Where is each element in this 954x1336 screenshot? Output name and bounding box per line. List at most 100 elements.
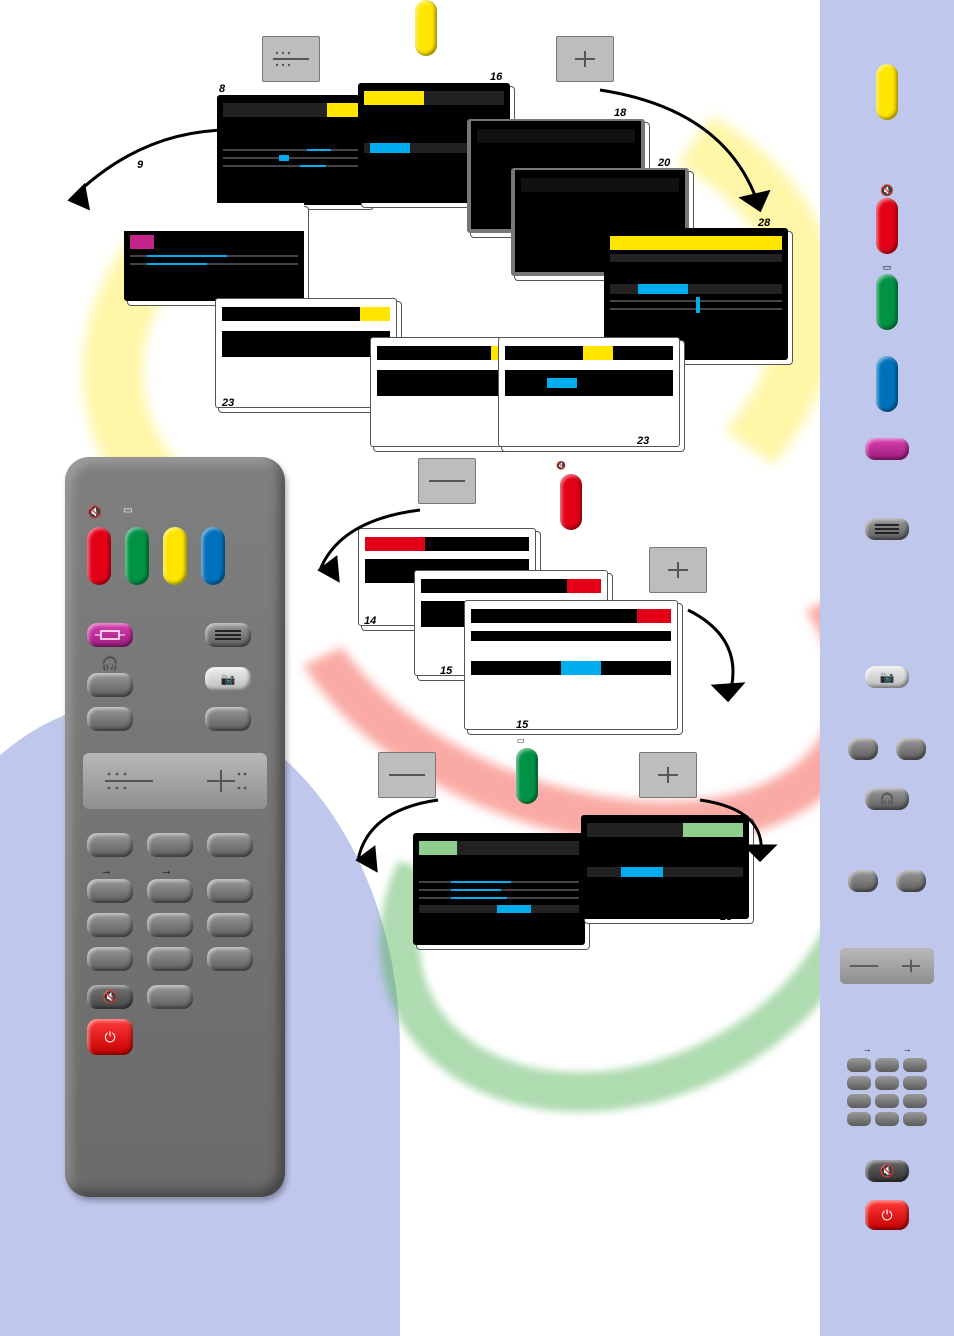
keypad-button[interactable] <box>87 833 133 857</box>
strip-power-button[interactable]: ⏻ <box>865 1200 909 1230</box>
keypad-button[interactable] <box>207 833 253 857</box>
screen-icon: ▭ <box>883 262 892 273</box>
screen-icon-label: ▭ <box>517 736 525 745</box>
keypad-button[interactable] <box>87 879 133 903</box>
page-ref-13: 13 <box>720 912 732 923</box>
yellow-color-button[interactable] <box>163 527 187 585</box>
red-key-marker <box>560 474 582 530</box>
strip-yellow-button[interactable] <box>876 64 898 120</box>
flow-arrow <box>590 80 790 230</box>
strip-camera-button[interactable]: 📷 <box>865 666 909 688</box>
strip-keypad-button[interactable] <box>847 1094 871 1108</box>
strip-keypad-button[interactable] <box>903 1112 927 1126</box>
flow-arrow <box>300 500 430 590</box>
strip-grey-pair-2 <box>848 870 926 892</box>
strip-grey-button[interactable] <box>848 738 878 760</box>
screen-icon: ▭ <box>123 505 132 516</box>
strip-blue-button[interactable] <box>876 356 898 412</box>
arrow-icon: → <box>101 865 112 877</box>
mute-icon: 🔇 <box>87 505 102 519</box>
flow-arrow <box>690 790 790 870</box>
hint-minus-yellow <box>262 36 320 82</box>
strip-red-button[interactable] <box>876 198 898 254</box>
blue-color-button[interactable] <box>201 527 225 585</box>
yellow-key-marker <box>415 0 437 56</box>
mute-button[interactable]: 🔇 <box>87 985 133 1009</box>
camera-button[interactable]: 📷 <box>205 667 251 691</box>
strip-keypad-button[interactable] <box>875 1094 899 1108</box>
keypad-button[interactable] <box>147 947 193 971</box>
strip-teletext-button[interactable] <box>865 518 909 540</box>
grey-button-l1[interactable] <box>87 673 133 697</box>
strip-keypad-button[interactable] <box>903 1058 927 1072</box>
mute-icon: 🔇 <box>87 985 133 1009</box>
page-ref-23a: 23 <box>222 398 234 409</box>
red-color-button[interactable] <box>87 527 111 585</box>
arrow-icon: → <box>903 1044 912 1054</box>
strip-keypad-button[interactable] <box>847 1058 871 1072</box>
keypad-button[interactable] <box>207 879 253 903</box>
remote-control: 🔇 ▭ 🎧 📷 → → 🔇 ⏻ <box>65 457 285 1197</box>
keypad-button[interactable] <box>147 879 193 903</box>
camera-icon: 📷 <box>865 666 909 688</box>
page-ref-15b: 15 <box>516 720 528 731</box>
page-ref-10: 10 <box>552 936 564 947</box>
strip-volume-rocker[interactable] <box>840 948 934 984</box>
teletext-button[interactable] <box>205 623 251 647</box>
strip-zoom-button[interactable] <box>865 438 909 460</box>
strip-keypad-button[interactable] <box>875 1076 899 1090</box>
mute-icon-label: 🔇 <box>556 461 566 470</box>
strip-headphones-button[interactable]: 🎧 <box>865 788 909 810</box>
page-ref-23c: 23 <box>637 436 649 447</box>
headphones-icon: 🎧 <box>865 788 909 810</box>
keypad-button[interactable] <box>147 833 193 857</box>
keypad-button[interactable] <box>207 947 253 971</box>
hint-plus-yellow <box>556 36 614 82</box>
osd-screen-23c <box>498 337 680 447</box>
strip-keypad-button[interactable] <box>847 1076 871 1090</box>
strip-green-button[interactable] <box>876 274 898 330</box>
strip-grey-button[interactable] <box>896 870 926 892</box>
hint-plus-red <box>649 547 707 593</box>
strip-keypad-button[interactable] <box>847 1112 871 1126</box>
volume-rocker[interactable] <box>83 753 267 809</box>
strip-grey-button[interactable] <box>848 870 878 892</box>
flow-arrow <box>40 120 240 240</box>
strip-keypad-button[interactable] <box>903 1076 927 1090</box>
hint-minus-red <box>418 458 476 504</box>
power-icon: ⏻ <box>87 1019 133 1055</box>
power-button[interactable]: ⏻ <box>87 1019 133 1055</box>
strip-arrow-labels: →→ <box>847 1044 927 1054</box>
keypad-button[interactable] <box>87 947 133 971</box>
strip-mute-button[interactable]: 🔇 <box>865 1160 909 1182</box>
mute-icon: 🔇 <box>880 184 894 197</box>
flow-arrow <box>648 600 768 720</box>
green-color-button[interactable] <box>125 527 149 585</box>
page-ref-15a: 15 <box>440 666 452 677</box>
arrow-icon: → <box>863 1044 872 1054</box>
grey-button-r2[interactable] <box>205 707 251 731</box>
page-ref-16: 16 <box>490 72 502 83</box>
strip-grey-button[interactable] <box>896 738 926 760</box>
keypad-button[interactable] <box>87 913 133 937</box>
arrow-icon: → <box>161 865 172 877</box>
zoom-button[interactable] <box>87 623 133 647</box>
strip-keypad-button[interactable] <box>875 1058 899 1072</box>
osd-screen-15b <box>464 600 678 730</box>
strip-keypad <box>847 1058 927 1126</box>
power-icon: ⏻ <box>865 1200 909 1230</box>
button-reference-strip: 🔇 ▭ 📷 🎧 →→ 🔇 ⏻ <box>820 0 954 1336</box>
strip-keypad-button[interactable] <box>903 1094 927 1108</box>
grey-button-l2[interactable] <box>87 707 133 731</box>
keypad-button[interactable] <box>147 985 193 1009</box>
strip-keypad-button[interactable] <box>875 1112 899 1126</box>
page-ref-8: 8 <box>219 84 225 95</box>
keypad-button[interactable] <box>207 913 253 937</box>
mute-icon: 🔇 <box>865 1160 909 1182</box>
page-ref-14: 14 <box>364 616 376 627</box>
flow-arrow <box>338 790 448 880</box>
green-key-marker <box>516 748 538 804</box>
camera-icon: 📷 <box>205 667 251 691</box>
keypad-button[interactable] <box>147 913 193 937</box>
hint-plus-green <box>639 752 697 798</box>
